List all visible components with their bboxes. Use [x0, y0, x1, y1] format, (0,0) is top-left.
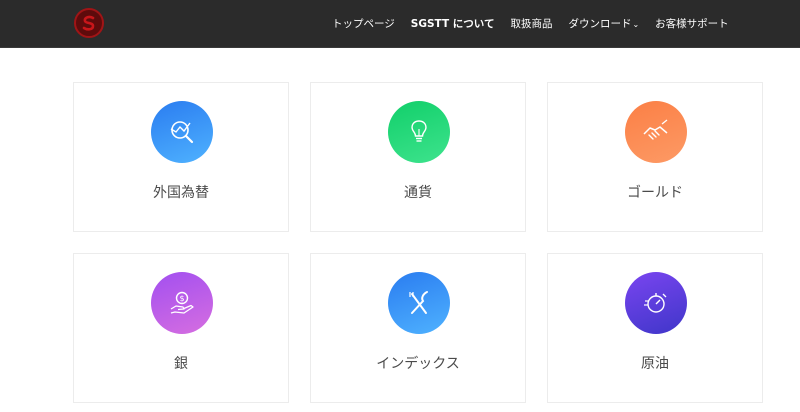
- card-forex[interactable]: 外国為替: [73, 82, 289, 232]
- currency-icon-circle: [388, 101, 450, 163]
- svg-text:$: $: [179, 294, 184, 303]
- magnifier-chart-icon: [170, 121, 194, 144]
- main-nav: トップページ SGSTT について 取扱商品 ダウンロード ⌄ お客様サポート: [332, 0, 745, 47]
- lightbulb-icon: [411, 120, 427, 142]
- card-label-crude-oil: 原油: [641, 356, 669, 372]
- nav-download[interactable]: ダウンロード ⌄: [568, 16, 639, 31]
- card-silver[interactable]: $ 銀: [73, 253, 289, 403]
- hand-coin-icon: $: [170, 291, 194, 314]
- top-navigation-bar: トップページ SGSTT について 取扱商品 ダウンロード ⌄ お客様サポート: [0, 0, 800, 48]
- fork-knife-icon: [409, 291, 428, 314]
- logo-s-icon: [82, 15, 95, 31]
- handshake-icon: [643, 119, 668, 140]
- card-label-index: インデックス: [376, 356, 460, 372]
- stopwatch-icon: [644, 293, 667, 313]
- brand-logo[interactable]: [74, 8, 104, 38]
- card-label-forex: 外国為替: [153, 185, 209, 201]
- nav-about-sgstt[interactable]: SGSTT について: [411, 16, 495, 31]
- nav-top-page[interactable]: トップページ: [332, 16, 395, 31]
- card-index[interactable]: インデックス: [310, 253, 526, 403]
- chevron-down-icon: ⌄: [632, 19, 640, 29]
- card-label-silver: 銀: [174, 356, 188, 372]
- card-currency[interactable]: 通貨: [310, 82, 526, 232]
- forex-icon-circle: [151, 101, 213, 163]
- silver-icon-circle: $: [151, 272, 213, 334]
- nav-products[interactable]: 取扱商品: [510, 16, 552, 31]
- card-label-currency: 通貨: [404, 185, 432, 201]
- nav-about-label: SGSTT について: [410, 18, 495, 30]
- index-icon-circle: [388, 272, 450, 334]
- card-gold[interactable]: ゴールド: [547, 82, 763, 232]
- crude-oil-icon-circle: [625, 272, 687, 334]
- nav-download-label: ダウンロード: [568, 18, 632, 30]
- nav-customer-support[interactable]: お客様サポート: [655, 16, 729, 31]
- card-crude-oil[interactable]: 原油: [547, 253, 763, 403]
- gold-icon-circle: [625, 101, 687, 163]
- card-label-gold: ゴールド: [627, 185, 683, 201]
